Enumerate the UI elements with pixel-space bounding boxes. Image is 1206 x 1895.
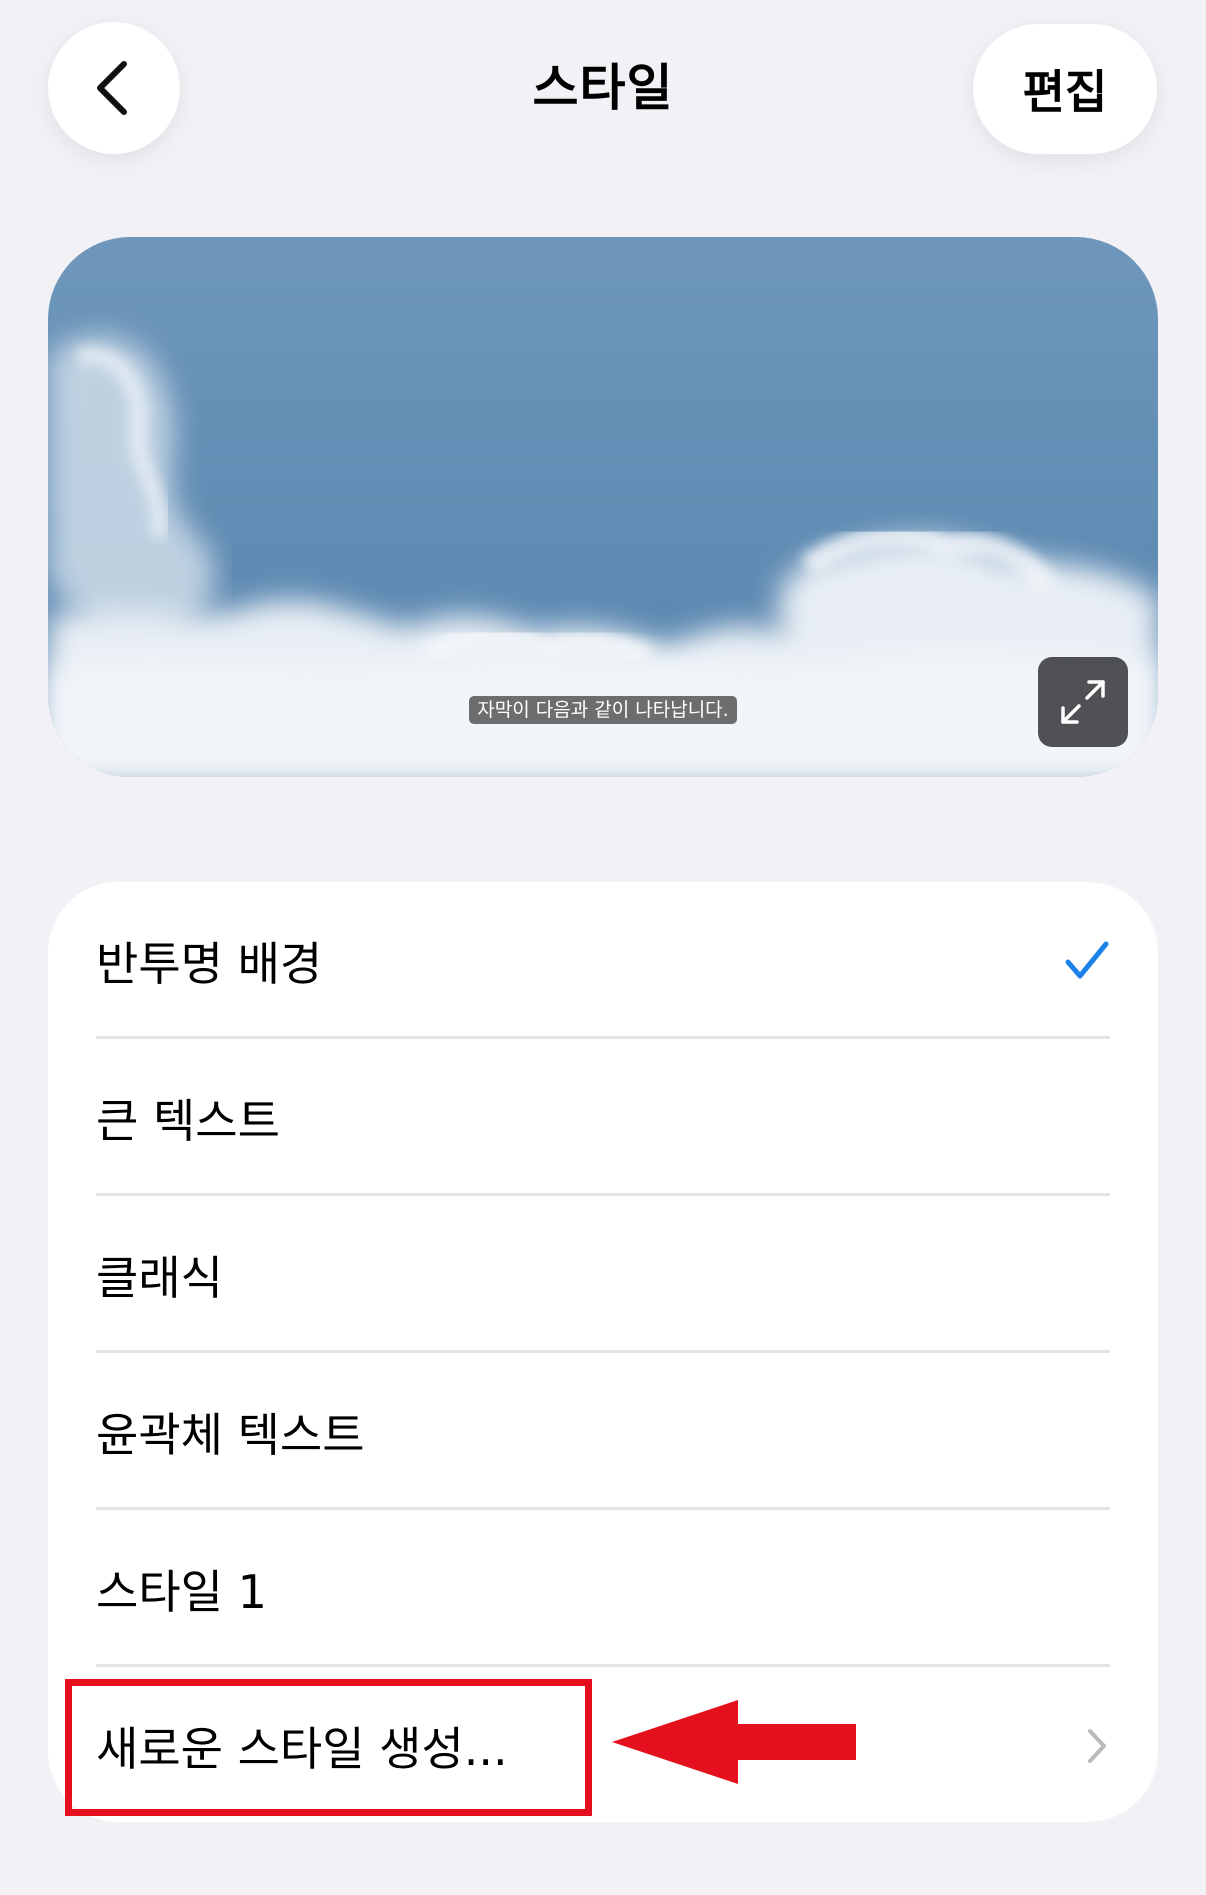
annotation-arrow-icon (612, 1700, 856, 1784)
caption-sample: 자막이 다음과 같이 나타납니다. (48, 696, 1158, 724)
style-row-large-text[interactable]: 큰 텍스트 (96, 1039, 1110, 1196)
caption-preview: 자막이 다음과 같이 나타납니다. (48, 237, 1158, 777)
expand-arrows-icon (1061, 680, 1105, 724)
style-label: 스타일 1 (96, 1564, 267, 1619)
style-label: 반투명 배경 (96, 936, 323, 991)
style-label: 윤곽체 텍스트 (96, 1407, 365, 1462)
expand-preview-button[interactable] (1038, 657, 1128, 747)
checkmark-icon (1065, 941, 1109, 978)
chevron-right-icon (1088, 1728, 1106, 1763)
annotation-highlight-box (65, 1679, 592, 1816)
style-label: 큰 텍스트 (96, 1093, 280, 1148)
caption-text: 자막이 다음과 같이 나타납니다. (469, 696, 737, 724)
style-row-style-1[interactable]: 스타일 1 (96, 1510, 1110, 1667)
edit-button[interactable]: 편집 (973, 24, 1157, 154)
style-row-classic[interactable]: 클래식 (96, 1196, 1110, 1353)
style-row-translucent-background[interactable]: 반투명 배경 (96, 882, 1110, 1039)
style-row-outline-text[interactable]: 윤곽체 텍스트 (96, 1353, 1110, 1510)
style-label: 클래식 (96, 1250, 223, 1305)
